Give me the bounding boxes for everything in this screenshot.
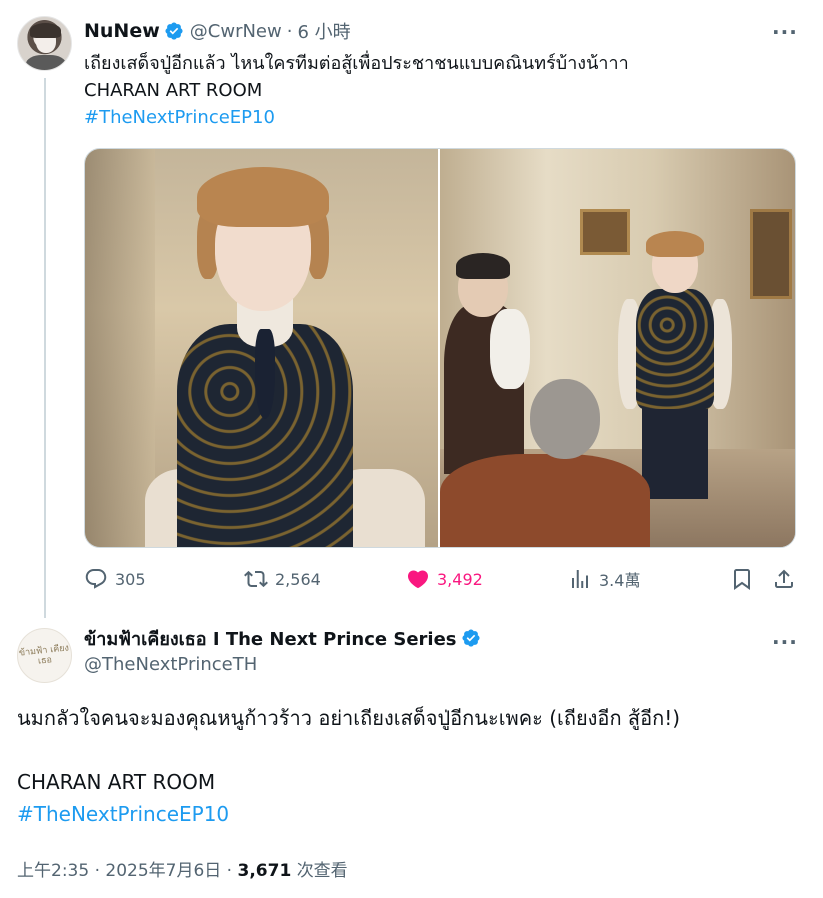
bookmark-icon [734,569,750,590]
avatar[interactable] [17,16,72,71]
timestamp[interactable]: 上午2:35 · 2025年7月6日 · [17,861,232,881]
more-options-button[interactable]: ··· [772,22,798,42]
tweet-text-line: CHARAN ART ROOM [17,770,216,794]
display-name[interactable]: ข้ามฟ้าเคียงเธอ I The Next Prince Series [84,624,457,653]
tweet-header: ข้ามฟ้าเคียงเธอ I The Next Prince Series [84,626,481,650]
tweet-text: เถียงเสด็จปู่อีกแล้ว ไหนใครทีมต่อสู้เพื่… [84,50,794,131]
user-handle[interactable]: @TheNextPrinceTH [84,654,257,675]
separator-dot: · [286,20,293,42]
display-name[interactable]: NuNew [84,20,160,42]
like-count: 3,492 [437,569,483,589]
reply-count: 305 [115,569,146,589]
repost-count: 2,564 [275,569,321,589]
like-button[interactable]: 3,492 [406,565,483,593]
tweet-text-line: เถียงเสด็จปู่อีกแล้ว ไหนใครทีมต่อสู้เพื่… [84,53,629,74]
reply-icon [85,569,107,589]
user-handle[interactable]: @CwrNew [190,21,282,42]
hashtag-link[interactable]: #TheNextPrinceEP10 [84,104,794,131]
view-count-label: 次查看 [296,861,348,881]
like-icon [407,570,429,589]
avatar-logo: ข้ามฟ้า เคียงเธอ [18,642,70,667]
tweet-text-line: CHARAN ART ROOM [84,80,263,101]
views-count: 3.4萬 [599,571,641,590]
photo-1[interactable] [85,149,440,547]
share-icon [775,569,793,588]
tweet-time[interactable]: 6 小時 [297,18,350,44]
bookmark-button[interactable] [730,565,761,593]
tweet-nunew[interactable]: NuNew @CwrNew · 6 小時 ··· เถียงเสด็จปู่อี… [0,0,823,612]
media-grid [84,148,796,548]
view-count: 3,671 [237,861,292,881]
verified-icon [165,22,183,40]
tweet-text-line [17,734,807,766]
repost-button[interactable]: 2,564 [244,565,321,593]
action-bar: 305 2,564 3,492 3.4萬 [84,565,796,593]
tweet-meta: 上午2:35 · 2025年7月6日 · 3,671 次查看 [17,856,348,881]
photo-2[interactable] [440,149,795,547]
share-button[interactable] [772,565,803,593]
views-button[interactable]: 3.4萬 [568,565,640,593]
views-icon [572,570,588,588]
tweet-thenextprince[interactable]: ข้ามฟ้า เคียงเธอ ข้ามฟ้าเคียงเธอ I The N… [0,612,823,898]
avatar[interactable]: ข้ามฟ้า เคียงเธอ [17,628,72,683]
repost-icon [244,570,268,588]
hashtag-link[interactable]: #TheNextPrinceEP10 [17,798,807,830]
tweet-header: NuNew @CwrNew · 6 小時 [84,19,351,43]
tweet-text-line: นมกลัวใจคนจะมองคุณหนูก้าวร้าว อย่าเถียงเ… [17,706,681,730]
verified-icon [461,629,480,647]
reply-button[interactable]: 305 [84,565,146,593]
tweet-text: นมกลัวใจคนจะมองคุณหนูก้าวร้าว อย่าเถียงเ… [17,702,807,830]
more-options-button[interactable]: ··· [772,632,798,652]
